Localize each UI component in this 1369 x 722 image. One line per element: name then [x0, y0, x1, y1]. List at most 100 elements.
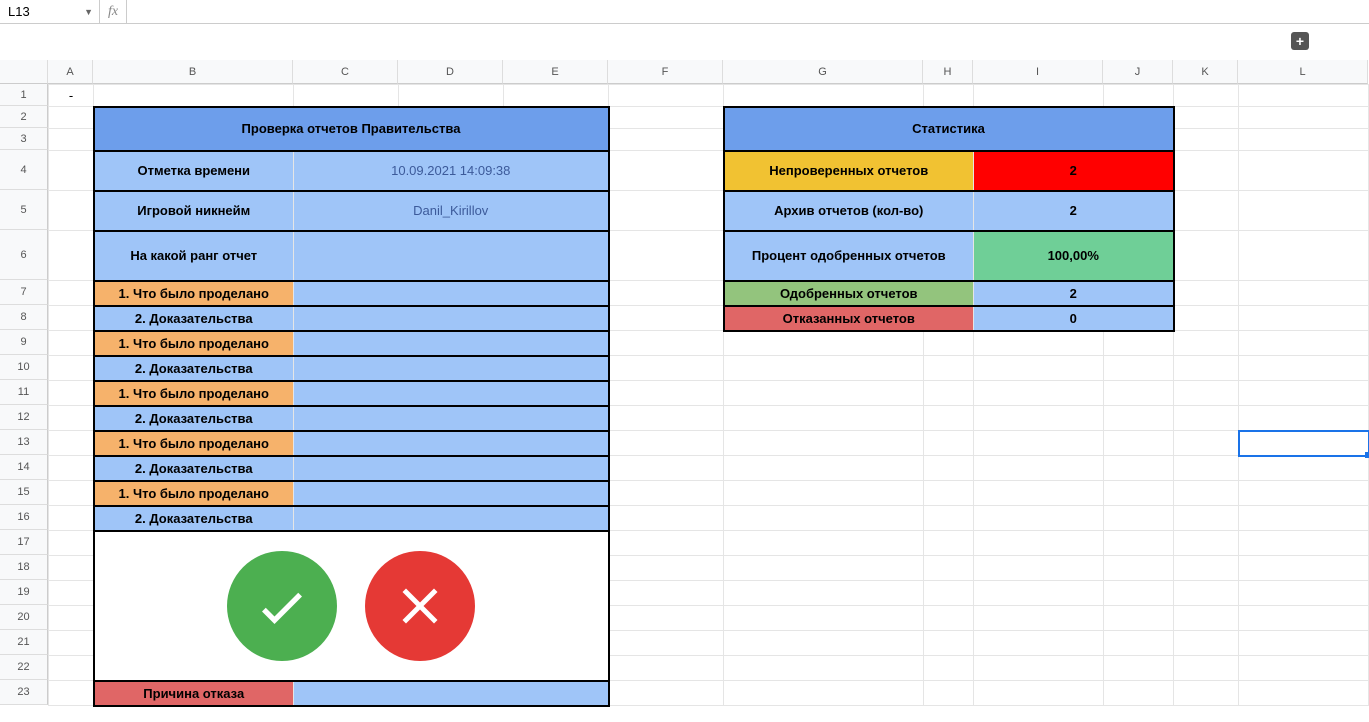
cell-F9[interactable] — [609, 331, 724, 356]
cell-J13[interactable] — [1104, 431, 1174, 456]
cell-E1[interactable] — [504, 85, 609, 107]
cell-J11[interactable] — [1104, 381, 1174, 406]
cell-G7[interactable]: Одобренных отчетов — [724, 281, 974, 306]
cell-B15[interactable]: 1. Что было проделано — [94, 481, 294, 506]
cell-L11[interactable] — [1239, 381, 1369, 406]
cell-L23[interactable] — [1239, 681, 1369, 706]
cell-G18[interactable] — [724, 556, 924, 581]
cell-L21[interactable] — [1239, 631, 1369, 656]
row-header-16[interactable]: 16 — [0, 505, 48, 530]
cell-G17[interactable] — [724, 531, 924, 556]
cell-I20[interactable] — [974, 606, 1104, 631]
cell-J21[interactable] — [1104, 631, 1174, 656]
cell-F15[interactable] — [609, 481, 724, 506]
row-header-18[interactable]: 18 — [0, 555, 48, 580]
cell-G9[interactable] — [724, 331, 924, 356]
row-header-5[interactable]: 5 — [0, 190, 48, 230]
cell-F17[interactable] — [609, 531, 724, 556]
row-header-10[interactable]: 10 — [0, 355, 48, 380]
cell-F23[interactable] — [609, 681, 724, 706]
cell-K14[interactable] — [1174, 456, 1239, 481]
add-button[interactable]: + — [1291, 32, 1309, 50]
cell-L22[interactable] — [1239, 656, 1369, 681]
row-header-14[interactable]: 14 — [0, 455, 48, 480]
cell-J1[interactable] — [1104, 85, 1174, 107]
cell-L8[interactable] — [1239, 306, 1369, 331]
cell-K2[interactable] — [1174, 107, 1239, 129]
cell-K16[interactable] — [1174, 506, 1239, 531]
cell-L1[interactable] — [1239, 85, 1369, 107]
cell-B13[interactable]: 1. Что было проделано — [94, 431, 294, 456]
row-header-6[interactable]: 6 — [0, 230, 48, 280]
cell-F6[interactable] — [609, 231, 724, 281]
cell-C9[interactable] — [294, 331, 609, 356]
cell-K11[interactable] — [1174, 381, 1239, 406]
cell-C12[interactable] — [294, 406, 609, 431]
col-header-C[interactable]: C — [293, 60, 398, 84]
cell-I6[interactable]: 100,00% — [974, 231, 1174, 281]
row-header-1[interactable]: 1 — [0, 84, 48, 106]
cell-L4[interactable] — [1239, 151, 1369, 191]
cell-K12[interactable] — [1174, 406, 1239, 431]
row-header-4[interactable]: 4 — [0, 150, 48, 190]
cell-J20[interactable] — [1104, 606, 1174, 631]
cell-K18[interactable] — [1174, 556, 1239, 581]
cell-K5[interactable] — [1174, 191, 1239, 231]
cell-G6[interactable]: Процент одобренных отчетов — [724, 231, 974, 281]
cell-C7[interactable] — [294, 281, 609, 306]
cell-F22[interactable] — [609, 656, 724, 681]
cell-L14[interactable] — [1239, 456, 1369, 481]
cell-H21[interactable] — [924, 631, 974, 656]
col-header-A[interactable]: A — [48, 60, 93, 84]
cell-J22[interactable] — [1104, 656, 1174, 681]
cell-A5[interactable] — [49, 191, 94, 231]
cell-K23[interactable] — [1174, 681, 1239, 706]
cell-K22[interactable] — [1174, 656, 1239, 681]
cell-L16[interactable] — [1239, 506, 1369, 531]
cell-F12[interactable] — [609, 406, 724, 431]
cell-A13[interactable] — [49, 431, 94, 456]
cell-F14[interactable] — [609, 456, 724, 481]
cell-A15[interactable] — [49, 481, 94, 506]
cell-I22[interactable] — [974, 656, 1104, 681]
col-header-I[interactable]: I — [973, 60, 1103, 84]
cell-L17[interactable] — [1239, 531, 1369, 556]
cell-B16[interactable]: 2. Доказательства — [94, 506, 294, 531]
cell-B6[interactable]: На какой ранг отчет — [94, 231, 294, 281]
cell-H17[interactable] — [924, 531, 974, 556]
cell-B8[interactable]: 2. Доказательства — [94, 306, 294, 331]
cell-A1[interactable]: - — [49, 85, 94, 107]
col-header-D[interactable]: D — [398, 60, 503, 84]
cell-F16[interactable] — [609, 506, 724, 531]
cell-K20[interactable] — [1174, 606, 1239, 631]
cell-K13[interactable] — [1174, 431, 1239, 456]
cell-G19[interactable] — [724, 581, 924, 606]
cell-A14[interactable] — [49, 456, 94, 481]
cell-C4[interactable]: 10.09.2021 14:09:38 — [294, 151, 609, 191]
cell-L12[interactable] — [1239, 406, 1369, 431]
cell-A2[interactable] — [49, 107, 94, 129]
cell-A7[interactable] — [49, 281, 94, 306]
cell-C5[interactable]: Danil_Kirillov — [294, 191, 609, 231]
select-all-corner[interactable] — [0, 60, 48, 84]
cell-I1[interactable] — [974, 85, 1104, 107]
cell-F19[interactable] — [609, 581, 724, 606]
cell-G15[interactable] — [724, 481, 924, 506]
cell-K17[interactable] — [1174, 531, 1239, 556]
cell-F1[interactable] — [609, 85, 724, 107]
cell-A23[interactable] — [49, 681, 94, 706]
cell-C13[interactable] — [294, 431, 609, 456]
cell-H9[interactable] — [924, 331, 974, 356]
cell-B9[interactable]: 1. Что было проделано — [94, 331, 294, 356]
cell-G11[interactable] — [724, 381, 924, 406]
cell-G5[interactable]: Архив отчетов (кол-во) — [724, 191, 974, 231]
name-box[interactable]: L13 ▼ — [0, 0, 100, 23]
cell-K4[interactable] — [1174, 151, 1239, 191]
cell-K3[interactable] — [1174, 129, 1239, 151]
cell-L7[interactable] — [1239, 281, 1369, 306]
row-header-7[interactable]: 7 — [0, 280, 48, 305]
cell-I7[interactable]: 2 — [974, 281, 1174, 306]
cell-C15[interactable] — [294, 481, 609, 506]
col-header-H[interactable]: H — [923, 60, 973, 84]
cell-I4[interactable]: 2 — [974, 151, 1174, 191]
